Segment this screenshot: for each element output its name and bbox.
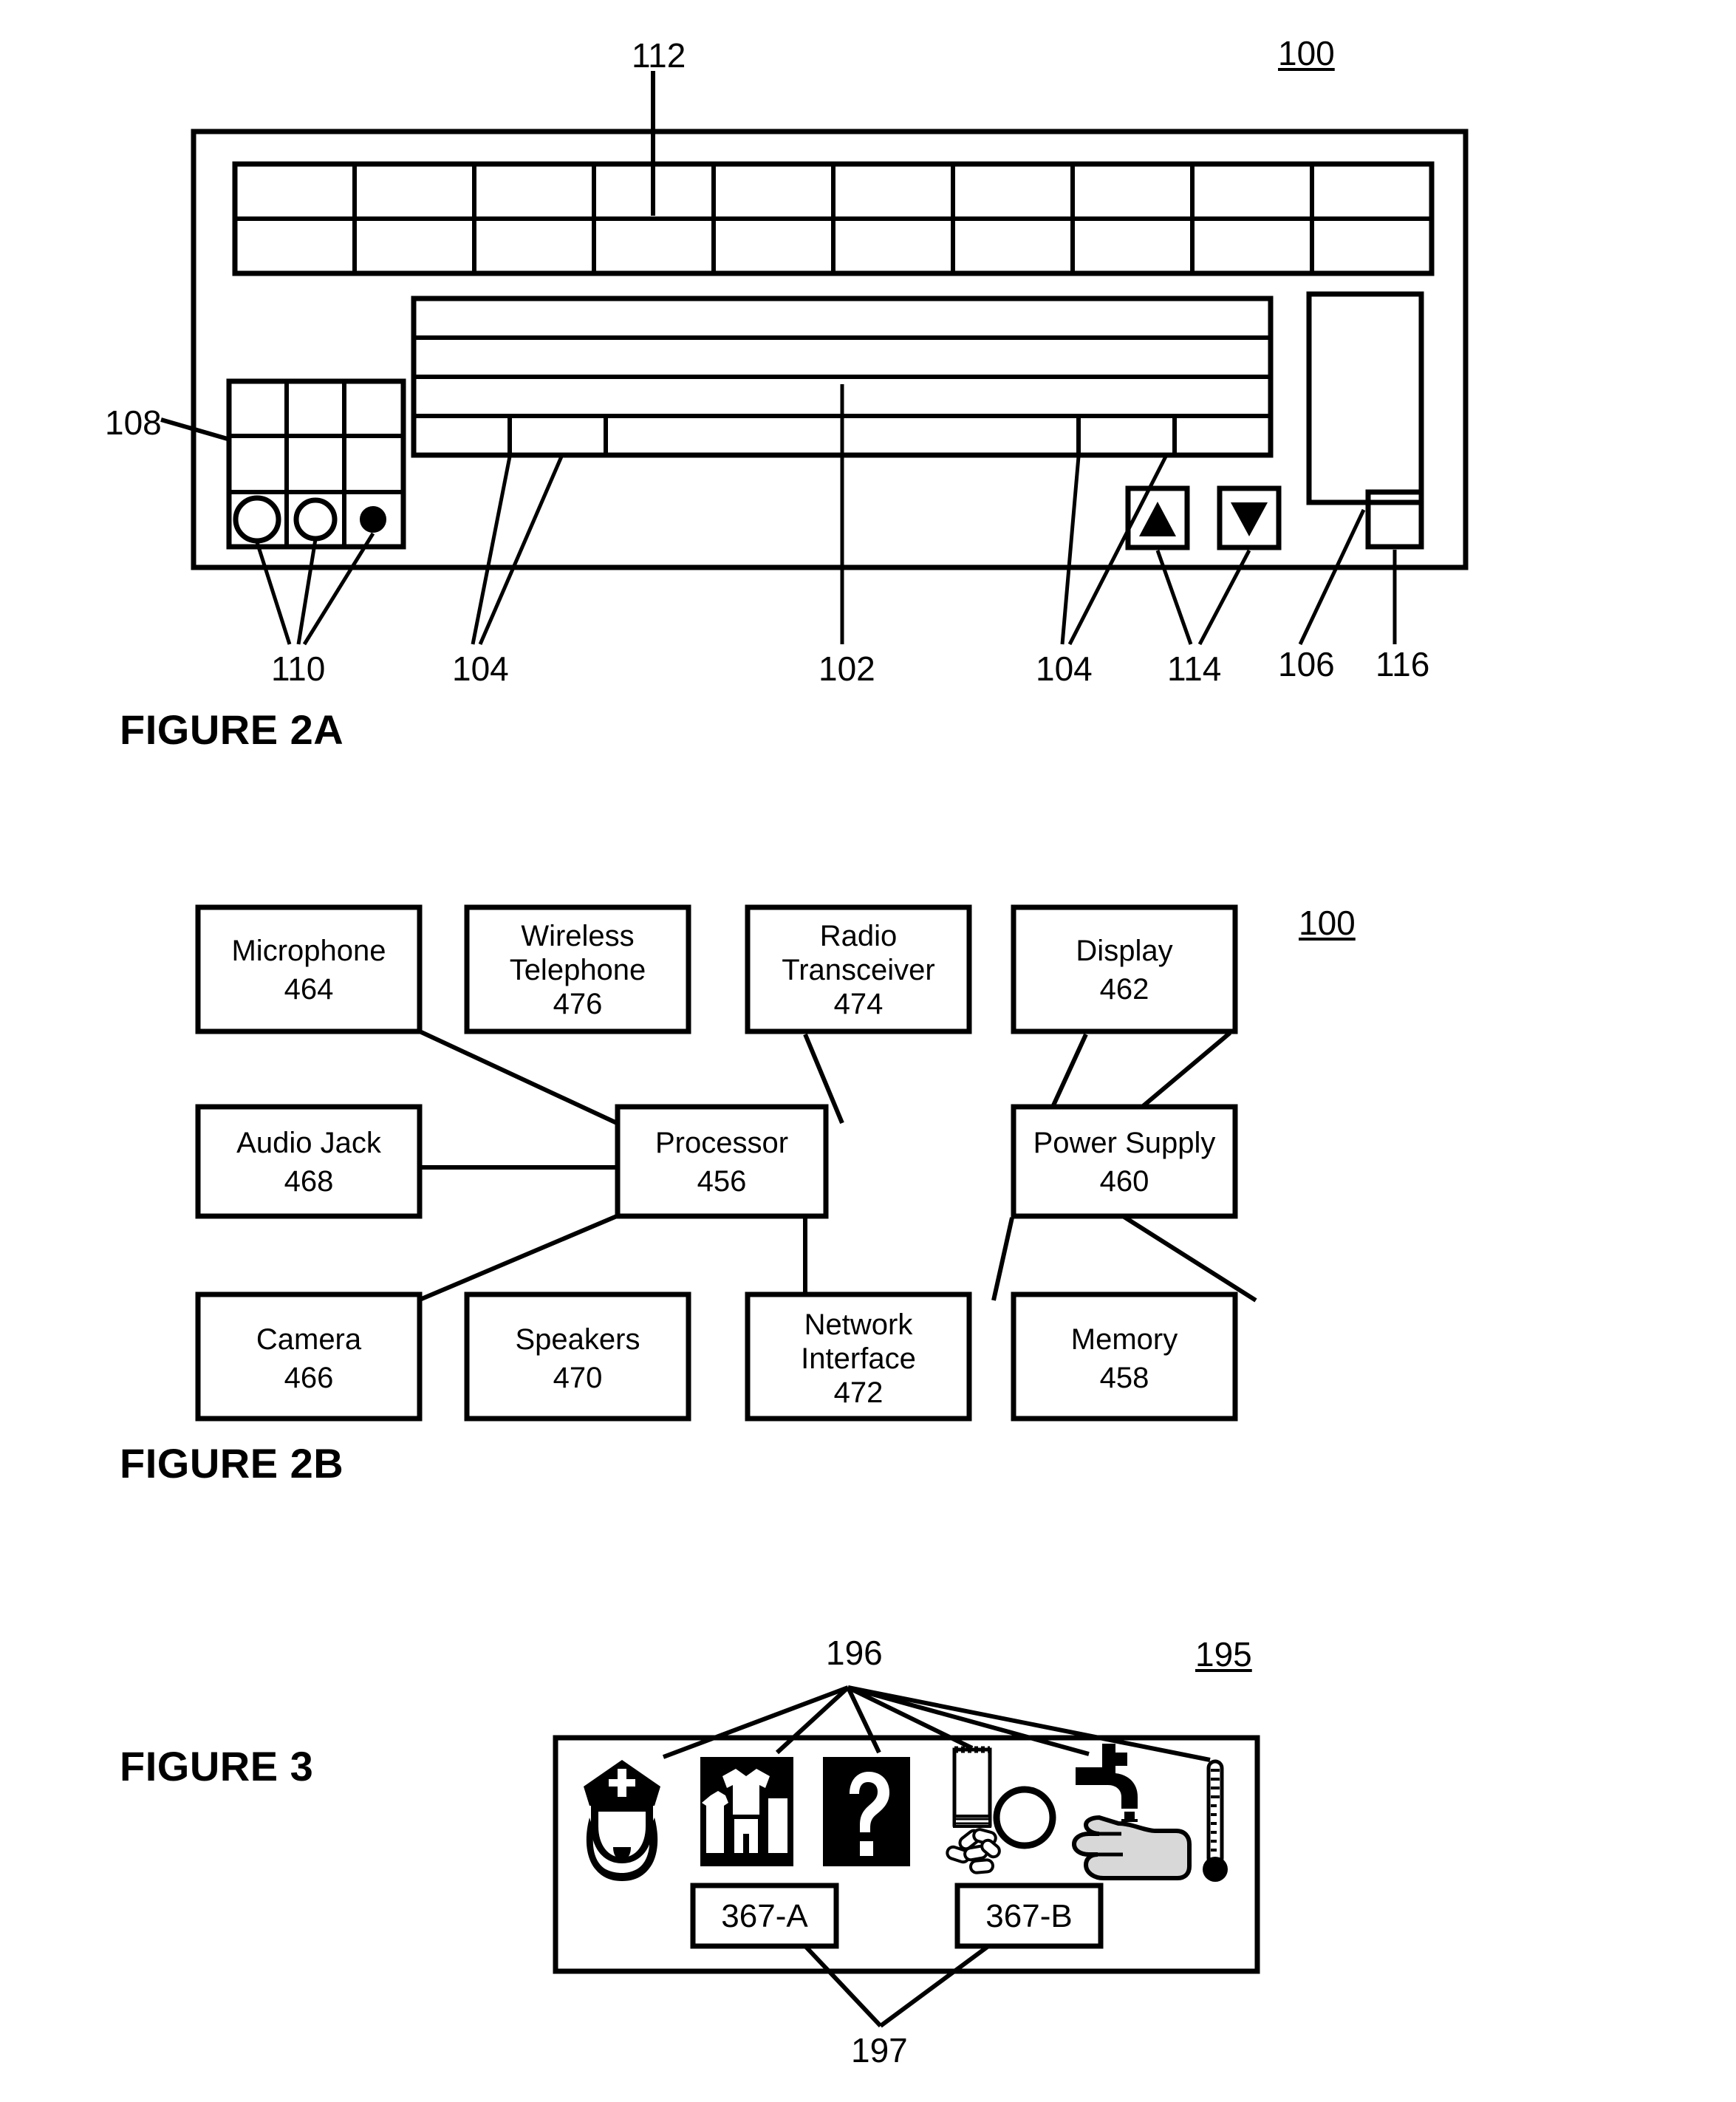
block-ref-camera: 466 — [284, 1362, 334, 1394]
block-ref-wireless-telephone: 476 — [553, 988, 603, 1020]
block-label-processor: Processor — [655, 1127, 788, 1159]
block-label-network-interface-line2: Interface — [801, 1342, 916, 1375]
block-microphone — [195, 904, 423, 1034]
function-pad-108 — [226, 378, 406, 550]
block-label-network-interface-line1: Network — [804, 1308, 914, 1341]
question-mark-icon — [823, 1757, 910, 1866]
block-speakers — [464, 1291, 691, 1422]
block-ref-microphone: 464 — [284, 973, 334, 1006]
indicator-light-2 — [293, 497, 338, 542]
ref-197: 197 — [851, 2031, 908, 2069]
block-ref-audio-jack: 468 — [284, 1165, 334, 1198]
block-audio-jack — [195, 1104, 423, 1219]
block-ref-memory: 458 — [1100, 1362, 1149, 1394]
block-display — [1011, 904, 1238, 1034]
block-ref-network-interface: 472 — [834, 1376, 884, 1409]
ref-102: 102 — [819, 649, 875, 688]
laundry-clothing-icon — [700, 1757, 793, 1866]
block-label-speakers: Speakers — [516, 1323, 640, 1356]
block-label-power-supply: Power Supply — [1033, 1127, 1216, 1159]
pill-circle-icon — [993, 1786, 1056, 1849]
ref-196: 196 — [826, 1634, 883, 1672]
tag-367-a-label: 367-A — [721, 1898, 808, 1934]
block-label-microphone: Microphone — [231, 935, 386, 967]
device-housing — [191, 129, 1469, 570]
block-label-camera: Camera — [256, 1323, 362, 1356]
block-label-memory: Memory — [1071, 1323, 1178, 1356]
ref-195: 195 — [1195, 1635, 1252, 1673]
medication-packet-icon — [946, 1746, 1001, 1874]
block-power-supply — [1011, 1104, 1238, 1219]
block-label-audio-jack: Audio Jack — [236, 1127, 382, 1159]
ref-104-left: 104 — [452, 649, 509, 688]
ref-114: 114 — [1167, 649, 1222, 688]
nurse-icon — [584, 1760, 660, 1881]
ref-108: 108 — [105, 403, 162, 442]
block-ref-processor: 456 — [697, 1165, 747, 1198]
ref-100-figure-2b: 100 — [1299, 904, 1356, 942]
figure-2a-group — [160, 71, 1469, 646]
figure-3-group: 367-A 367-B — [553, 1685, 1260, 2028]
ref-116: 116 — [1376, 645, 1430, 683]
block-ref-power-supply: 460 — [1100, 1165, 1149, 1198]
figure-2a-label: FIGURE 2A — [120, 706, 344, 753]
block-ref-display: 462 — [1100, 973, 1149, 1006]
ref-106: 106 — [1278, 645, 1335, 683]
side-panel-106 — [1306, 291, 1424, 505]
indicator-light-3 — [360, 506, 386, 533]
block-label-radio-transceiver-line2: Transceiver — [782, 954, 934, 986]
scroll-down-button-114[interactable] — [1217, 485, 1282, 550]
ref-104-right: 104 — [1036, 649, 1093, 688]
block-ref-radio-transceiver: 474 — [834, 988, 884, 1020]
block-label-wireless-telephone-line2: Telephone — [510, 954, 646, 986]
tag-367-b-label: 367-B — [985, 1898, 1072, 1934]
figure-2b-group: Microphone 464 Wireless Telephone 476 Ra… — [195, 904, 1257, 1422]
ref-112: 112 — [632, 36, 686, 75]
thermometer-icon — [1203, 1759, 1228, 1882]
figure-2a-leaders — [255, 384, 1397, 646]
block-processor — [615, 1104, 829, 1219]
display-row-112 — [232, 161, 1435, 276]
block-camera — [195, 1291, 423, 1422]
block-label-radio-transceiver-line1: Radio — [820, 920, 898, 952]
block-label-wireless-telephone-line1: Wireless — [521, 920, 634, 952]
ref-100-figure-2a: 100 — [1278, 34, 1335, 72]
indicator-light-1 — [233, 495, 281, 544]
block-memory — [1011, 1291, 1238, 1422]
block-label-display: Display — [1076, 935, 1172, 967]
handwashing-faucet-icon — [1071, 1744, 1192, 1880]
ref-110: 110 — [271, 649, 326, 688]
patent-drawing-sheet: Microphone 464 Wireless Telephone 476 Ra… — [0, 0, 1736, 2102]
figure-3-label: FIGURE 3 — [120, 1743, 314, 1789]
block-ref-speakers: 470 — [553, 1362, 603, 1394]
figure-2b-label: FIGURE 2B — [120, 1440, 344, 1487]
scroll-up-button-114[interactable] — [1125, 485, 1190, 550]
tag-group-leaders-197 — [803, 1944, 990, 2028]
icon-group-leaders-196 — [662, 1685, 1211, 1762]
